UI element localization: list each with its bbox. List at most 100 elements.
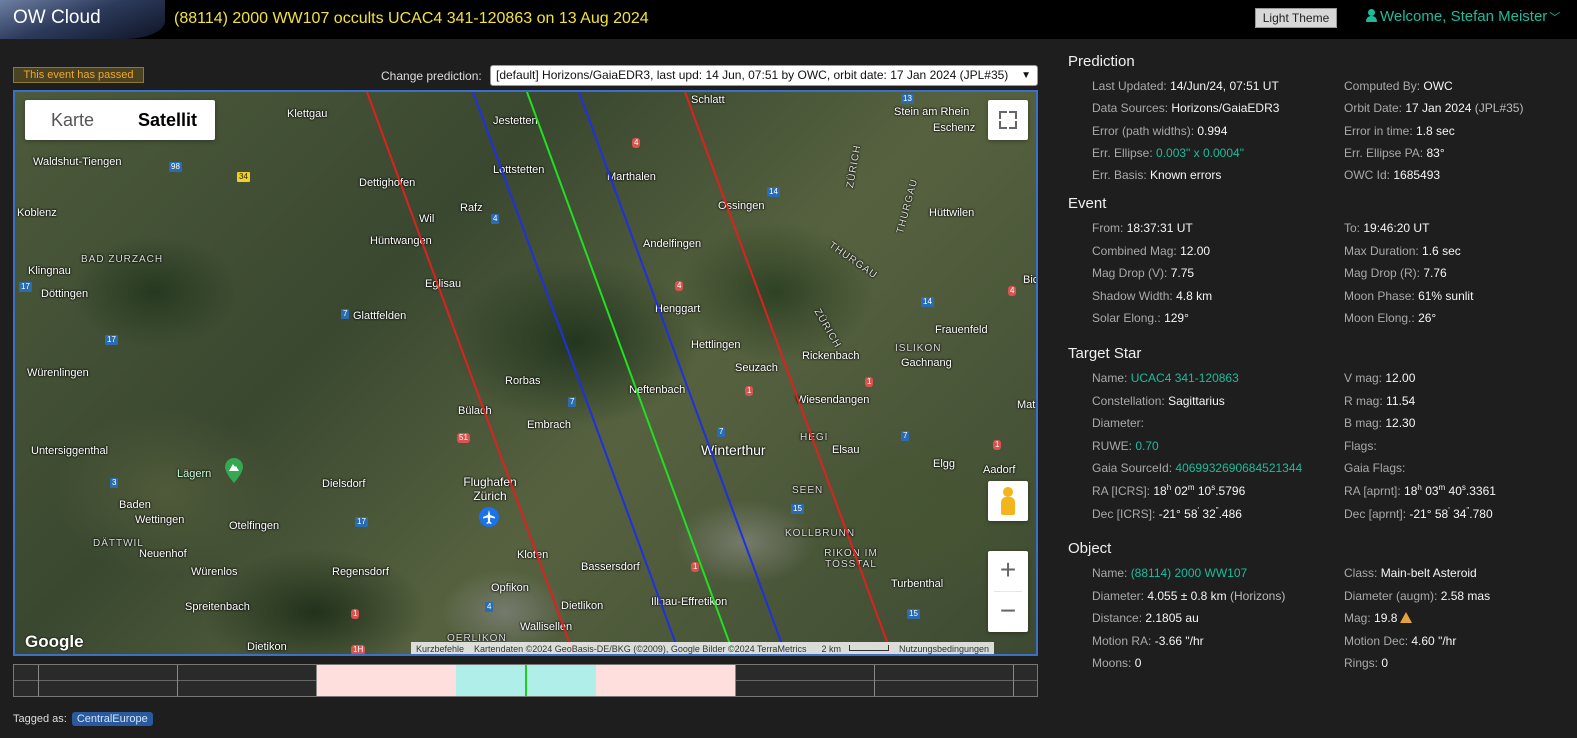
profile-tick xyxy=(735,665,736,696)
b-mag-field: B mag: 12.30 xyxy=(1344,416,1416,430)
mag-drop-v-field: Mag Drop (V): 7.75 xyxy=(1092,266,1195,280)
user-menu[interactable]: Welcome, Stefan Meister ﹀ xyxy=(1366,8,1560,25)
last-updated-field: Last Updated: 14/Jun/24, 07:51 UT xyxy=(1092,79,1279,93)
gaia-sourceid-field: Gaia SourceId: 4069932690684521344 xyxy=(1092,461,1303,475)
prediction-heading: Prediction xyxy=(1068,53,1135,70)
dec-aprnt-field: Dec [aprnt]: -21° 58' 34".780 xyxy=(1344,506,1493,521)
err-ellipse-field: Err. Ellipse: 0.003" x 0.0004" xyxy=(1092,146,1244,160)
map-type-control: Karte Satellit xyxy=(25,100,215,140)
gaia-flags-field: Gaia Flags: xyxy=(1344,461,1406,475)
shadow-width-field: Shadow Width: 4.8 km xyxy=(1092,289,1213,303)
fullscreen-icon xyxy=(1009,111,1017,119)
fullscreen-icon xyxy=(999,121,1007,129)
data-sources-field: Data Sources: Horizons/GaiaEDR3 xyxy=(1092,101,1280,115)
diameter-augm-field: Diameter (augm): 2.58 mas xyxy=(1344,589,1491,603)
zoom-control: + − xyxy=(988,551,1028,632)
zoom-in-button[interactable]: + xyxy=(988,551,1028,591)
map-attribution: Kurzbefehle Kartendaten ©2024 GeoBasis-D… xyxy=(411,642,995,654)
centerline xyxy=(526,92,735,654)
solar-elong-field: Solar Elong.: 129° xyxy=(1092,311,1189,325)
ruwe-link[interactable]: 0.70 xyxy=(1135,439,1158,453)
event-to-field: To: 19:46:20 UT xyxy=(1344,221,1430,235)
computed-by-field: Computed By: OWC xyxy=(1344,79,1453,93)
v-mag-field: V mag: 12.00 xyxy=(1344,371,1416,385)
star-diameter-field: Diameter: xyxy=(1092,416,1145,430)
tag-centraleurope[interactable]: CentralEurope xyxy=(71,712,153,726)
rings-field: Rings: 0 xyxy=(1344,656,1389,670)
error-zone-west xyxy=(316,665,456,696)
object-name-link[interactable]: (88114) 2000 WW107 xyxy=(1131,566,1248,580)
max-duration-field: Max Duration: 1.6 sec xyxy=(1344,244,1461,258)
object-class-field: Class: Main-belt Asteroid xyxy=(1344,566,1477,580)
gaia-sourceid-link[interactable]: 4069932690684521344 xyxy=(1175,461,1302,475)
keyboard-shortcuts-link[interactable]: Kurzbefehle xyxy=(411,642,469,654)
light-theme-button[interactable]: Light Theme xyxy=(1255,8,1337,28)
ruwe-field: RUWE: 0.70 xyxy=(1092,439,1159,453)
constellation-field: Constellation: Sagittarius xyxy=(1092,394,1225,408)
profile-tick xyxy=(874,665,875,696)
star-name-link[interactable]: UCAC4 341-120863 xyxy=(1131,371,1239,385)
combined-mag-field: Combined Mag: 12.00 xyxy=(1092,244,1211,258)
terms-link[interactable]: Nutzungsbedingungen xyxy=(894,642,994,654)
map-data-attribution: Kartendaten ©2024 GeoBasis-DE/BKG (©2009… xyxy=(474,644,807,654)
moon-elong-field: Moon Elong.: 26° xyxy=(1344,311,1437,325)
err-ellipse-link[interactable]: 0.003" x 0.0004" xyxy=(1156,146,1244,160)
error-in-time-field: Error in time: 1.8 sec xyxy=(1344,124,1455,138)
occultation-path xyxy=(366,92,893,654)
fullscreen-icon xyxy=(999,111,1007,119)
brand-name[interactable]: OW Cloud xyxy=(13,7,101,29)
moon-phase-field: Moon Phase: 61% sunlit xyxy=(1344,289,1474,303)
err-basis-field: Err. Basis: Known errors xyxy=(1092,168,1222,182)
r-mag-field: R mag: 11.54 xyxy=(1344,394,1416,408)
chevron-down-icon[interactable]: ﹀ xyxy=(1549,12,1560,24)
pegman-icon xyxy=(1003,487,1013,497)
event-passed-badge: This event has passed xyxy=(13,67,144,83)
flags-field: Flags: xyxy=(1344,439,1377,453)
object-heading: Object xyxy=(1068,540,1112,557)
event-heading: Event xyxy=(1068,195,1107,212)
profile-tick xyxy=(38,665,39,696)
centerline-marker xyxy=(525,665,527,696)
path-edge-line xyxy=(472,92,681,654)
err-ellipse-pa-field: Err. Ellipse PA: 83° xyxy=(1344,146,1445,160)
welcome-text[interactable]: Welcome, Stefan Meister xyxy=(1380,8,1547,25)
scale-bar[interactable]: 2 km xyxy=(811,642,894,654)
profile-tick xyxy=(177,665,178,696)
mag-drop-r-field: Mag Drop (R): 7.76 xyxy=(1344,266,1447,280)
motion-dec-field: Motion Dec: 4.60 "/hr xyxy=(1344,634,1457,648)
map-type-satellit[interactable]: Satellit xyxy=(120,100,215,140)
error-zone-east xyxy=(596,665,735,696)
zoom-out-button[interactable]: − xyxy=(988,592,1028,632)
google-logo[interactable]: Google xyxy=(25,632,84,652)
prediction-select[interactable]: [default] Horizons/GaiaEDR3, last upd: 1… xyxy=(490,65,1038,86)
tags-label: Tagged as: xyxy=(13,713,67,725)
change-prediction-label: Change prediction: xyxy=(381,69,482,83)
map-view[interactable]: Klettgau Waldshut-Tiengen Dettighofen Ko… xyxy=(13,90,1038,656)
owc-id-field: OWC Id: 1685493 xyxy=(1344,168,1441,182)
fullscreen-button[interactable] xyxy=(988,100,1028,140)
orbit-date-field: Orbit Date: 17 Jan 2024 (JPL#35) xyxy=(1344,101,1524,115)
ra-icrs-field: RA [ICRS]: 18h 02m 10s.5796 xyxy=(1092,483,1246,498)
tags-row: Tagged as: CentralEurope xyxy=(13,712,153,726)
motion-ra-field: Motion RA: -3.66 "/hr xyxy=(1092,634,1204,648)
chevron-down-icon: ▼ xyxy=(1021,70,1031,81)
map-type-karte[interactable]: Karte xyxy=(25,100,120,140)
top-bar: OW Cloud (88114) 2000 WW107 occults UCAC… xyxy=(0,0,1577,39)
prediction-select-value: [default] Horizons/GaiaEDR3, last upd: 1… xyxy=(496,68,1009,82)
object-name-field: Name: (88114) 2000 WW107 xyxy=(1092,566,1248,580)
dec-icrs-field: Dec [ICRS]: -21° 58' 32".486 xyxy=(1092,506,1242,521)
error-path-widths-field: Error (path widths): 0.994 xyxy=(1092,124,1228,138)
object-diameter-field: Diameter: 4.055 ± 0.8 km (Horizons) xyxy=(1092,589,1286,603)
outer-error-limit-line xyxy=(366,92,575,654)
distance-field: Distance: 2.1805 au xyxy=(1092,611,1199,625)
warning-icon[interactable] xyxy=(1400,612,1413,623)
page-title: (88114) 2000 WW107 occults UCAC4 341-120… xyxy=(174,10,649,27)
object-mag-field: Mag: 19.8 xyxy=(1344,611,1413,625)
path-edge-line xyxy=(578,92,787,654)
brand-logo[interactable]: OW Cloud xyxy=(0,0,165,39)
profile-tick xyxy=(1013,665,1014,696)
street-view-pegman[interactable] xyxy=(988,481,1028,521)
profile-tick xyxy=(316,665,317,696)
pegman-icon xyxy=(1001,497,1015,515)
user-icon xyxy=(1366,9,1377,22)
